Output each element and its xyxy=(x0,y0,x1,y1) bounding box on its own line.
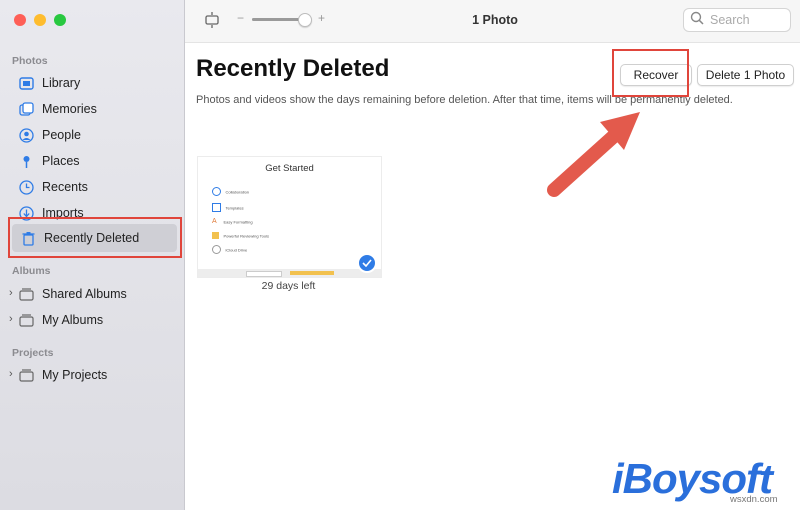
highlight-box xyxy=(8,217,182,258)
aspect-ratio-icon[interactable] xyxy=(203,11,221,34)
doc-row: iCloud Drive xyxy=(212,241,247,259)
doc-row-icon: A xyxy=(212,218,217,226)
doc-title: Get Started xyxy=(265,163,314,174)
people-icon xyxy=(18,127,34,143)
shared-albums-icon xyxy=(18,286,34,302)
sidebar-item-library[interactable]: Library xyxy=(18,72,80,94)
sidebar-item-places[interactable]: Places xyxy=(18,150,80,172)
library-icon xyxy=(18,75,34,91)
days-left-label: 29 days left xyxy=(261,280,316,292)
recents-icon xyxy=(18,179,34,195)
doc-row-icon xyxy=(212,245,221,255)
album-folder-icon xyxy=(18,312,34,328)
window-controls xyxy=(14,14,66,26)
zoom-slider[interactable] xyxy=(252,13,312,27)
sidebar-item-label: My Projects xyxy=(42,368,108,382)
search-input[interactable]: Search xyxy=(683,8,791,32)
highlight-box xyxy=(612,49,689,97)
section-header-photos: Photos xyxy=(12,55,48,67)
sidebar-item-label: Shared Albums xyxy=(42,287,127,301)
doc-row-icon xyxy=(212,232,219,240)
toolbar-title: 1 Photo xyxy=(472,13,518,27)
photo-thumbnail[interactable]: Get Started Collaboration Templates A Ea… xyxy=(197,156,382,278)
section-header-albums: Albums xyxy=(12,265,51,277)
doc-row-label: Templates xyxy=(225,205,244,211)
delete-photo-button[interactable]: Delete 1 Photo xyxy=(697,64,794,86)
toolbar: − + 1 Photo Search xyxy=(185,0,800,43)
search-icon xyxy=(690,11,704,30)
sidebar-item-label: People xyxy=(42,128,81,142)
chevron-right-icon[interactable]: › xyxy=(9,313,13,325)
memories-icon xyxy=(18,101,34,117)
sidebar-item-shared-albums[interactable]: Shared Albums xyxy=(18,283,127,305)
doc-row-label: Powerful Reviewing Tools xyxy=(223,233,269,239)
chevron-right-icon[interactable]: › xyxy=(9,287,13,299)
minimize-window-button[interactable] xyxy=(34,14,46,26)
zoom-out-icon[interactable]: − xyxy=(237,11,244,25)
sidebar-item-recents[interactable]: Recents xyxy=(18,176,88,198)
doc-footer-button xyxy=(290,271,334,275)
sidebar-item-label: My Albums xyxy=(42,313,104,327)
sidebar-item-label: Memories xyxy=(42,102,97,116)
main-content: Recently Deleted Photos and videos show … xyxy=(185,43,800,510)
doc-row-label: Easy Formatting xyxy=(223,219,253,225)
zoom-window-button[interactable] xyxy=(54,14,66,26)
sidebar-item-label: Recents xyxy=(42,180,88,194)
doc-footer-bar xyxy=(198,269,381,277)
selected-checkmark-icon[interactable] xyxy=(357,253,377,273)
sidebar-item-memories[interactable]: Memories xyxy=(18,98,97,120)
doc-footer-button xyxy=(246,271,282,277)
sidebar-item-label: Library xyxy=(42,76,81,90)
sidebar-item-label: Places xyxy=(42,154,80,168)
sidebar-item-my-albums[interactable]: My Albums xyxy=(18,309,103,331)
project-folder-icon xyxy=(18,367,34,383)
zoom-slider-fill xyxy=(252,18,304,21)
zoom-slider-knob[interactable] xyxy=(298,13,312,27)
page-title: Recently Deleted xyxy=(196,55,390,82)
places-icon xyxy=(18,153,34,169)
site-watermark: wsxdn.com xyxy=(730,494,778,505)
doc-row-label: iCloud Drive xyxy=(225,247,248,253)
doc-row-label: Collaboration xyxy=(225,189,250,195)
sidebar-item-my-projects[interactable]: My Projects xyxy=(18,364,107,386)
chevron-right-icon[interactable]: › xyxy=(9,368,13,380)
arrow-annotation xyxy=(547,112,640,197)
section-header-projects: Projects xyxy=(12,347,54,359)
sidebar-item-people[interactable]: People xyxy=(18,124,81,146)
doc-row-icon xyxy=(212,187,221,197)
search-placeholder: Search xyxy=(710,13,750,27)
close-window-button[interactable] xyxy=(14,14,26,26)
zoom-in-icon[interactable]: + xyxy=(318,11,325,25)
doc-row-icon xyxy=(212,203,221,213)
